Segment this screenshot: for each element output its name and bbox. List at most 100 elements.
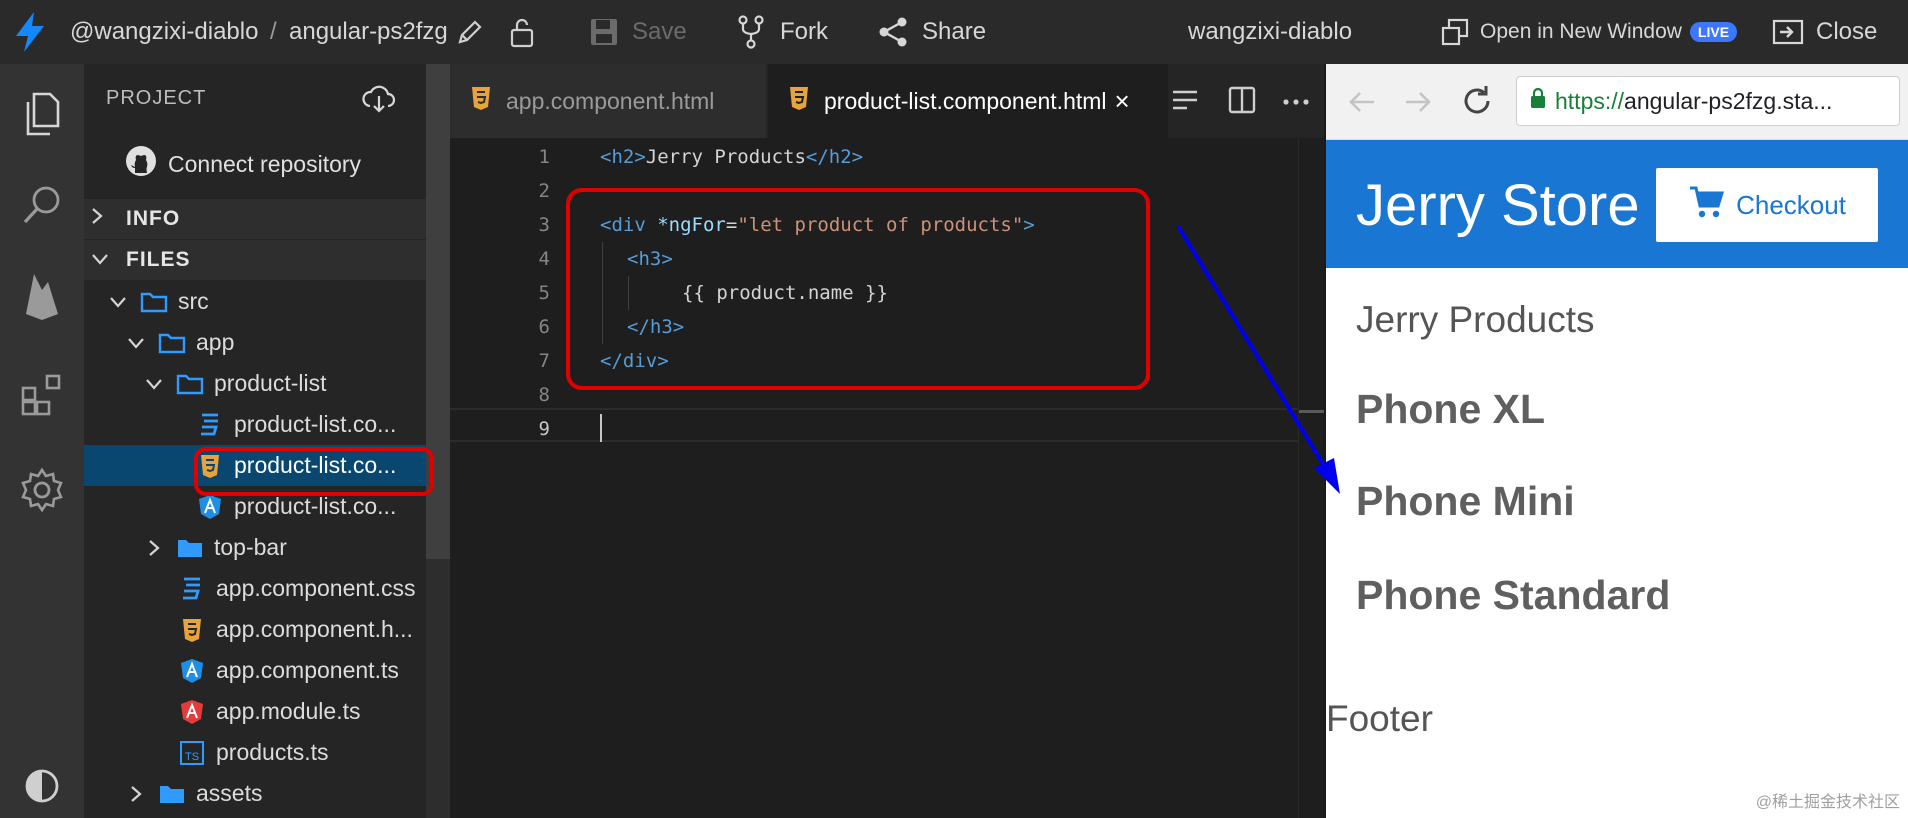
fork-label: Fork — [780, 18, 828, 45]
back-arrow-icon[interactable] — [1346, 86, 1378, 123]
code-editor: app.component.html product-list.componen… — [450, 64, 1325, 818]
tree-item-label: product-list.co... — [234, 493, 397, 519]
project-title: PROJECT — [106, 87, 207, 109]
share-label: Share — [922, 18, 987, 45]
code-line-7: </div> — [600, 350, 669, 372]
settings-gear-icon[interactable] — [0, 466, 84, 514]
angular-file-icon — [178, 658, 206, 684]
forward-arrow-icon[interactable] — [1402, 86, 1434, 123]
tab-product-list-component-html[interactable]: product-list.component.html × — [768, 64, 1168, 138]
chevron-down-icon — [142, 377, 166, 391]
sidebar-scrollbar-thumb[interactable] — [426, 64, 450, 559]
tree-item-label: top-bar — [214, 534, 287, 560]
word-wrap-icon[interactable] — [1170, 88, 1200, 119]
tree-item-app-component-css[interactable]: app.component.css — [84, 568, 426, 609]
folder-open-icon — [140, 290, 168, 314]
checkout-label: Checkout — [1736, 189, 1846, 220]
shopping-cart-icon — [1688, 185, 1725, 226]
unlock-icon[interactable] — [508, 0, 536, 64]
tree-item-product-list-html[interactable]: product-list.co... — [84, 445, 426, 486]
folder-open-icon — [176, 372, 204, 396]
editor-scrollbar[interactable] — [1298, 138, 1325, 818]
typescript-file-icon: TS — [178, 740, 206, 765]
tree-item-src[interactable]: src — [84, 281, 426, 322]
open-new-window-label: Open in New Window — [1480, 20, 1682, 43]
tree-item-product-list-folder[interactable]: product-list — [84, 363, 426, 404]
search-icon[interactable] — [0, 182, 84, 230]
folder-icon — [176, 536, 204, 560]
css-file-icon — [178, 576, 206, 602]
preview-browser-bar: https://angular-ps2fzg.sta... — [1326, 64, 1908, 140]
tab-close-icon[interactable]: × — [1115, 86, 1130, 117]
fork-button[interactable]: Fork — [738, 0, 828, 64]
app-title[interactable]: Jerry Store — [1356, 172, 1640, 239]
tree-item-app-component-ts[interactable]: app.component.ts — [84, 650, 426, 691]
info-section-header[interactable]: INFO — [84, 199, 426, 239]
tree-item-assets-folder[interactable]: assets — [84, 773, 426, 814]
tree-item-app-module-ts[interactable]: app.module.ts — [84, 691, 426, 732]
line-number: 1 — [538, 146, 550, 168]
tree-item-product-list-ts[interactable]: product-list.co... — [84, 486, 426, 527]
tree-item-app[interactable]: app — [84, 322, 426, 363]
code-area[interactable]: 1 2 3 4 5 6 7 8 9 <h2>Jerry Products</h2… — [450, 138, 1324, 818]
firebase-icon[interactable] — [0, 270, 84, 322]
code-line-3: <div *ngFor="let product of products"> — [600, 214, 1035, 236]
top-bar: @wangzixi-diablo / angular-ps2fzg Save F… — [0, 0, 1908, 64]
theme-toggle-icon[interactable] — [0, 766, 84, 806]
folder-icon — [158, 782, 186, 806]
tree-item-product-list-css[interactable]: product-list.co... — [84, 404, 426, 445]
code-token: *ngFor — [657, 214, 726, 236]
download-cloud-icon[interactable] — [362, 84, 396, 119]
split-editor-icon[interactable] — [1228, 86, 1256, 119]
indent-guide — [628, 276, 629, 310]
connect-repository-button[interactable]: Connect repository — [124, 144, 361, 184]
info-label: INFO — [126, 207, 181, 230]
connect-repository-label: Connect repository — [168, 150, 362, 177]
code-token: </h3> — [627, 316, 685, 338]
close-button[interactable]: Close — [1772, 0, 1877, 64]
save-label: Save — [632, 18, 687, 45]
open-window-icon — [1440, 17, 1470, 47]
html-file-icon — [178, 617, 206, 643]
code-token: > — [1023, 214, 1035, 236]
files-section-header[interactable]: FILES — [84, 240, 426, 280]
code-token: {{ product.name }} — [682, 282, 888, 304]
tree-item-label: product-list.co... — [234, 452, 397, 478]
user-name[interactable]: wangzixi-diablo — [1188, 0, 1352, 64]
project-name[interactable]: angular-ps2fzg — [289, 0, 448, 64]
tree-item-top-bar-folder[interactable]: top-bar — [84, 527, 426, 568]
current-line-highlight — [450, 408, 1324, 442]
line-number: 3 — [538, 214, 550, 236]
angular-file-icon — [196, 494, 224, 520]
product-name: Phone Mini — [1356, 478, 1575, 524]
save-button[interactable]: Save — [588, 0, 687, 64]
tree-item-app-component-html[interactable]: app.component.h... — [84, 609, 426, 650]
chevron-down-icon — [106, 295, 130, 309]
edit-pencil-icon[interactable] — [455, 0, 485, 64]
preview-url-bar[interactable]: https://angular-ps2fzg.sta... — [1516, 76, 1900, 126]
extensions-icon[interactable] — [0, 372, 84, 418]
tree-item-label: src — [178, 288, 209, 314]
tab-app-component-html[interactable]: app.component.html — [450, 64, 766, 138]
checkout-button[interactable]: Checkout — [1656, 168, 1878, 242]
owner-link[interactable]: @wangzixi-diablo — [70, 0, 258, 64]
editor-tabs: app.component.html product-list.componen… — [450, 64, 1324, 138]
reload-icon[interactable] — [1460, 84, 1494, 123]
files-icon[interactable] — [0, 90, 84, 138]
code-token: = — [725, 214, 738, 236]
tree-item-products-ts[interactable]: TS products.ts — [84, 732, 426, 773]
footer-text: Footer — [1326, 698, 1433, 739]
tree-item-label: app.module.ts — [216, 698, 361, 724]
more-options-icon[interactable] — [1282, 94, 1310, 112]
share-button[interactable]: Share — [878, 0, 986, 64]
line-number: 2 — [538, 180, 550, 202]
share-icon — [878, 16, 908, 48]
tree-item-label: assets — [196, 780, 263, 806]
code-line-1: <h2>Jerry Products</h2> — [600, 146, 863, 168]
open-new-window-button[interactable]: Open in New Window LIVE — [1440, 0, 1738, 64]
tree-item-label: app — [196, 329, 235, 355]
tab-label: app.component.html — [506, 87, 715, 114]
sidebar-scrollbar[interactable] — [426, 64, 450, 818]
stackblitz-logo-icon[interactable] — [10, 0, 50, 64]
code-line-5: {{ product.name }} — [682, 282, 888, 304]
